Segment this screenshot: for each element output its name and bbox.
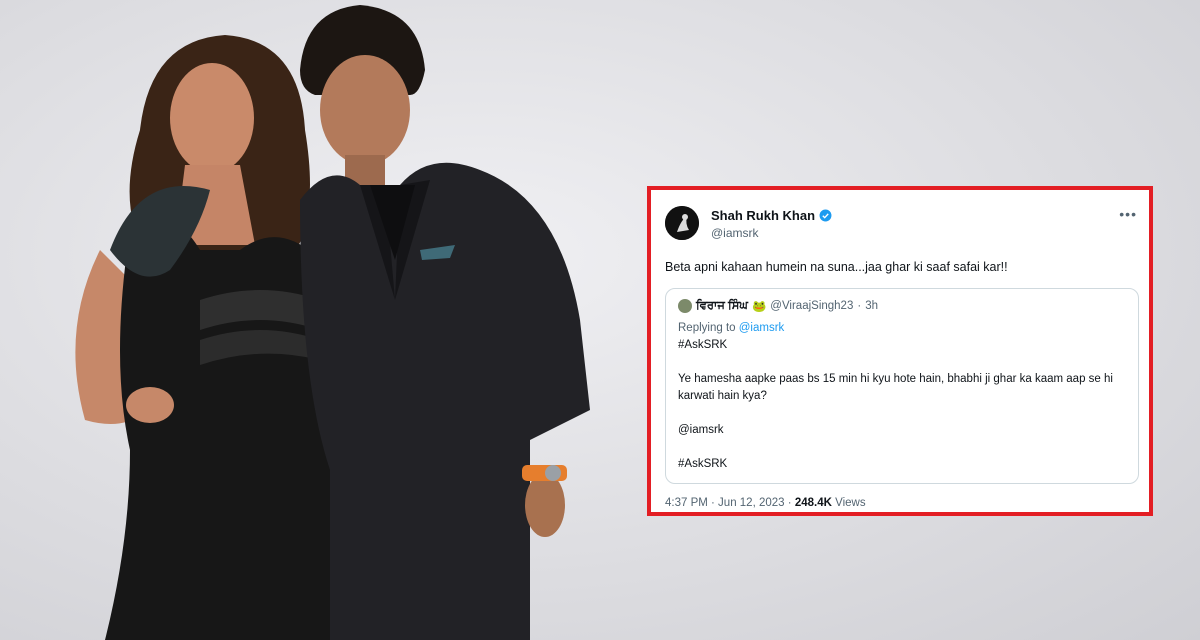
tweet-footer: 4:37 PM · Jun 12, 2023 · 248.4K Views bbox=[665, 497, 866, 509]
quote-time: 3h bbox=[865, 300, 878, 312]
replying-to-line: Replying to @iamsrk bbox=[678, 320, 1128, 337]
avatar[interactable] bbox=[665, 206, 699, 240]
quote-separator: · bbox=[857, 300, 862, 312]
quote-tweet-card[interactable]: ਵਿਰਾਜ ਸਿੰਘ 🐸 @ViraajSingh23 · 3h Replying… bbox=[665, 288, 1139, 484]
quote-name-emoji: 🐸 bbox=[751, 301, 767, 313]
quote-header: ਵਿਰਾਜ ਸਿੰਘ 🐸 @ViraajSingh23 · 3h bbox=[678, 299, 878, 313]
views-count: 248.4K bbox=[794, 497, 832, 509]
quote-handle: @ViraajSingh23 bbox=[770, 300, 854, 312]
quote-spacer bbox=[678, 405, 1128, 422]
quote-spacer bbox=[678, 439, 1128, 456]
tweet-frame: Shah Rukh Khan @iamsrk ••• Beta apni kah… bbox=[647, 186, 1153, 516]
quote-body: Replying to @iamsrk #AskSRK Ye hamesha a… bbox=[678, 320, 1128, 473]
quote-mention[interactable]: @iamsrk bbox=[678, 422, 1128, 439]
tweet-text: Beta apni kahaan humein na suna...jaa gh… bbox=[665, 260, 1008, 274]
quote-hashtag-2[interactable]: #AskSRK bbox=[678, 456, 1128, 473]
couple-photo bbox=[75, 5, 590, 640]
replying-to-handle[interactable]: @iamsrk bbox=[739, 322, 785, 334]
quote-spacer bbox=[678, 354, 1128, 371]
avatar-image bbox=[665, 206, 699, 240]
quote-display-name: ਵਿਰਾਜ ਸਿੰਘ bbox=[696, 299, 748, 312]
man-suit bbox=[300, 162, 590, 640]
display-name[interactable]: Shah Rukh Khan bbox=[711, 208, 815, 223]
screenshot-scene: Shah Rukh Khan @iamsrk ••• Beta apni kah… bbox=[0, 0, 1200, 640]
footer-separator: · bbox=[787, 497, 792, 509]
verified-badge-icon bbox=[819, 209, 832, 222]
more-horizontal-icon[interactable]: ••• bbox=[1119, 206, 1137, 222]
quote-avatar bbox=[678, 299, 692, 313]
replying-to-label: Replying to bbox=[678, 322, 736, 334]
woman-face bbox=[170, 63, 254, 173]
tweet-timestamp[interactable]: 4:37 PM · Jun 12, 2023 bbox=[665, 497, 785, 509]
quote-hashtag-1[interactable]: #AskSRK bbox=[678, 337, 1128, 354]
quote-question: Ye hamesha aapke paas bs 15 min hi kyu h… bbox=[678, 373, 1113, 402]
tweet-header: Shah Rukh Khan @iamsrk ••• bbox=[665, 206, 1141, 244]
handle[interactable]: @iamsrk bbox=[711, 226, 759, 240]
views-label: Views bbox=[835, 497, 866, 509]
man-face bbox=[320, 55, 410, 165]
display-name-row: Shah Rukh Khan bbox=[711, 208, 832, 223]
